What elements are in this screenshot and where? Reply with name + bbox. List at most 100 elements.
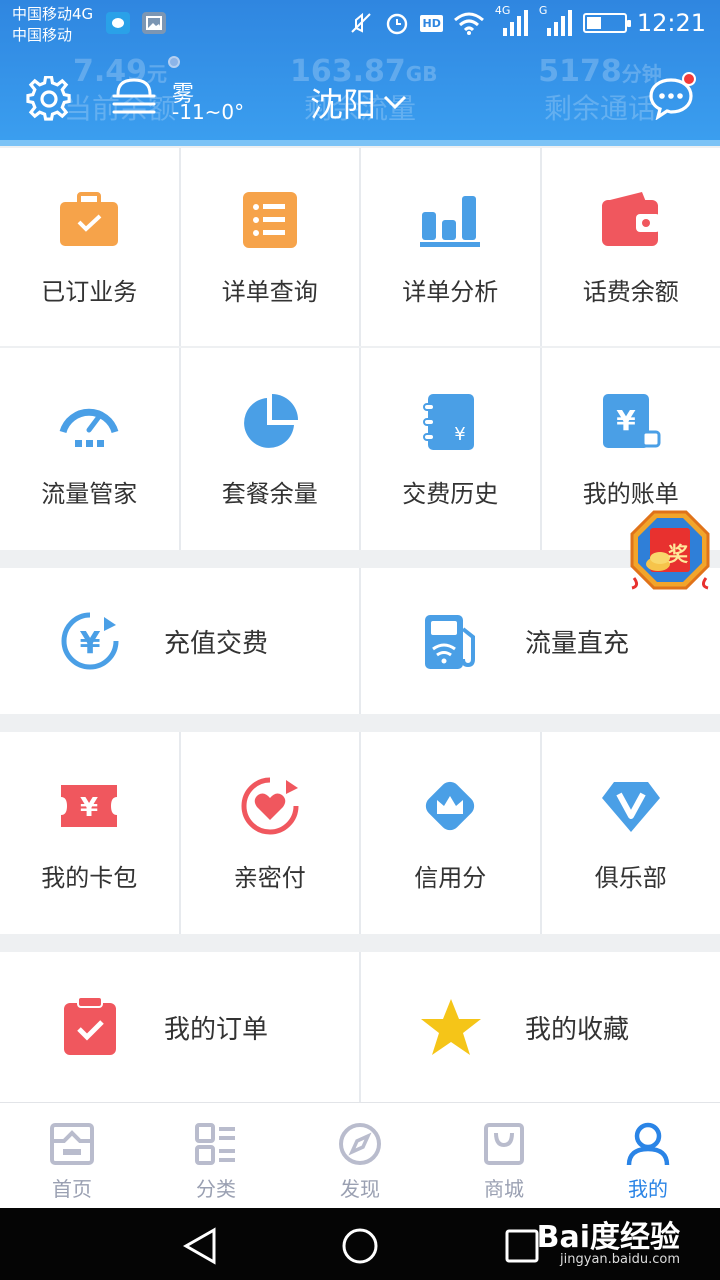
item-my-card-wallet[interactable]: ¥ 我的卡包: [0, 732, 179, 934]
item-intimate-pay[interactable]: 亲密付: [180, 732, 359, 934]
carrier-line1: 中国移动4G: [12, 5, 94, 23]
svg-text:¥: ¥: [80, 793, 98, 823]
carrier-line2: 中国移动: [12, 26, 73, 44]
ticket-yen-icon: ¥: [61, 784, 118, 827]
signal-g-icon: G: [539, 4, 573, 38]
speedometer-icon: [59, 408, 119, 447]
tab-label: 商城: [484, 1177, 524, 1201]
carrier-info: 中国移动4G 中国移动: [12, 4, 93, 46]
briefcase-check-icon: [60, 191, 119, 246]
item-label: 流量管家: [41, 479, 138, 508]
item-phone-balance[interactable]: 话费余额: [541, 148, 720, 346]
item-label: 我的订单: [164, 1014, 269, 1045]
signal-4g-icon: 4G: [495, 4, 529, 38]
hd-badge: HD: [420, 14, 443, 32]
alarm-icon: [387, 13, 408, 35]
item-label: 流量直充: [525, 628, 630, 659]
bar-chart-icon: [420, 195, 481, 247]
item-data-manager[interactable]: 流量管家: [0, 348, 179, 550]
grid-row-1: 已订业务 详单查询 详单分析 话费余额: [0, 148, 720, 346]
svg-text:¥: ¥: [616, 404, 636, 437]
clipboard-check-icon: [64, 997, 116, 1055]
tab-label: 我的: [628, 1177, 668, 1201]
call-value: 5178: [538, 54, 622, 89]
watermark-url: jingyan.baidu.com: [560, 1252, 680, 1267]
item-label: 套餐余量: [221, 479, 318, 508]
user-icon: [626, 1122, 670, 1166]
watermark-brand: Bai度经验: [536, 1220, 680, 1255]
envelope-badge-text: 奖: [668, 542, 688, 566]
fuel-wifi-icon: [425, 615, 475, 669]
wide-row-2: 我的订单 我的收藏: [0, 952, 720, 1102]
v-diamond-icon: [601, 781, 660, 832]
item-label: 俱乐部: [594, 863, 667, 892]
chat-notification-icon: [106, 12, 130, 34]
item-call-detail-analysis[interactable]: 详单分析: [361, 148, 540, 346]
item-recharge-pay[interactable]: ¥ 充值交费: [0, 568, 359, 714]
item-subscribed-services[interactable]: 已订业务: [0, 148, 179, 346]
list-icon: [242, 191, 297, 248]
item-label: 详单查询: [221, 277, 318, 306]
item-label: 详单分析: [402, 277, 499, 306]
item-label: 我的收藏: [525, 1014, 630, 1045]
crown-diamond-icon: [426, 781, 475, 830]
battery-icon: [582, 13, 631, 33]
item-label: 我的账单: [582, 479, 679, 508]
heart-circle-icon: [241, 777, 299, 834]
pie-chart-icon: [243, 393, 298, 448]
clock: 12:21: [636, 9, 706, 37]
item-plan-remaining[interactable]: 套餐余量: [180, 348, 359, 550]
weather-dot: [168, 56, 180, 68]
mute-icon: [351, 12, 372, 33]
wallet-icon: [601, 191, 660, 246]
tab-discover[interactable]: 发现: [288, 1103, 432, 1208]
item-label: 信用分: [414, 863, 487, 892]
red-envelope-icon[interactable]: 奖: [628, 508, 712, 592]
system-nav-bar: Bai度经验 jingyan.baidu.com: [0, 1208, 720, 1280]
bottom-tab-bar: 首页 分类 发现 商城 我的: [0, 1102, 720, 1208]
header: 中国移动4G 中国移动 HD 4G G 12:21 7.49元 当前余额 163…: [0, 0, 720, 146]
item-label: 已订业务: [41, 277, 138, 306]
gallery-notification-icon: [142, 12, 166, 34]
app-screen: 中国移动4G 中国移动 HD 4G G 12:21 7.49元 当前余额 163…: [0, 0, 720, 1280]
chevron-down-icon: [383, 95, 407, 110]
bill-yen-icon: ¥: [602, 393, 661, 448]
data-unit: GB: [405, 62, 438, 86]
home-button-icon[interactable]: [340, 1226, 380, 1266]
weather-temp: -11~0°: [172, 100, 245, 124]
tab-me[interactable]: 我的: [576, 1103, 720, 1208]
item-my-orders[interactable]: 我的订单: [0, 952, 359, 1102]
tab-label: 发现: [340, 1177, 380, 1201]
category-grid-icon: [195, 1123, 235, 1165]
tab-label: 首页: [52, 1177, 92, 1201]
star-icon: [421, 999, 481, 1055]
status-right: HD 4G G 12:21: [348, 4, 706, 40]
item-label: 交费历史: [402, 479, 499, 508]
item-club[interactable]: 俱乐部: [541, 732, 720, 934]
item-payment-history[interactable]: ¥ 交费历史: [361, 348, 540, 550]
shopping-bag-icon: [484, 1123, 524, 1165]
item-call-detail-query[interactable]: 详单查询: [180, 148, 359, 346]
city-name: 沈阳: [310, 85, 376, 124]
item-credit-score[interactable]: 信用分: [361, 732, 540, 934]
svg-text:¥: ¥: [80, 626, 101, 661]
back-icon[interactable]: [180, 1226, 220, 1266]
wifi-icon: [453, 12, 484, 35]
tab-home[interactable]: 首页: [0, 1103, 144, 1208]
tab-mall[interactable]: 商城: [432, 1103, 576, 1208]
home-icon: [50, 1123, 94, 1165]
notebook-yen-icon: ¥: [423, 393, 475, 450]
tab-label: 分类: [196, 1177, 236, 1201]
yen-circle-icon: ¥: [61, 612, 119, 670]
grid-row-3: ¥ 我的卡包 亲密付 信用分 俱乐部: [0, 732, 720, 934]
item-label: 话费余额: [582, 277, 679, 306]
fog-icon: [112, 78, 156, 114]
message-badge: [682, 72, 696, 86]
tab-category[interactable]: 分类: [144, 1103, 288, 1208]
item-label: 我的卡包: [41, 863, 138, 892]
gear-icon[interactable]: [26, 76, 72, 122]
compass-icon: [339, 1123, 381, 1165]
item-my-favorites[interactable]: 我的收藏: [361, 952, 720, 1102]
item-label: 充值交费: [164, 628, 269, 659]
city-selector[interactable]: 沈阳: [310, 78, 408, 126]
